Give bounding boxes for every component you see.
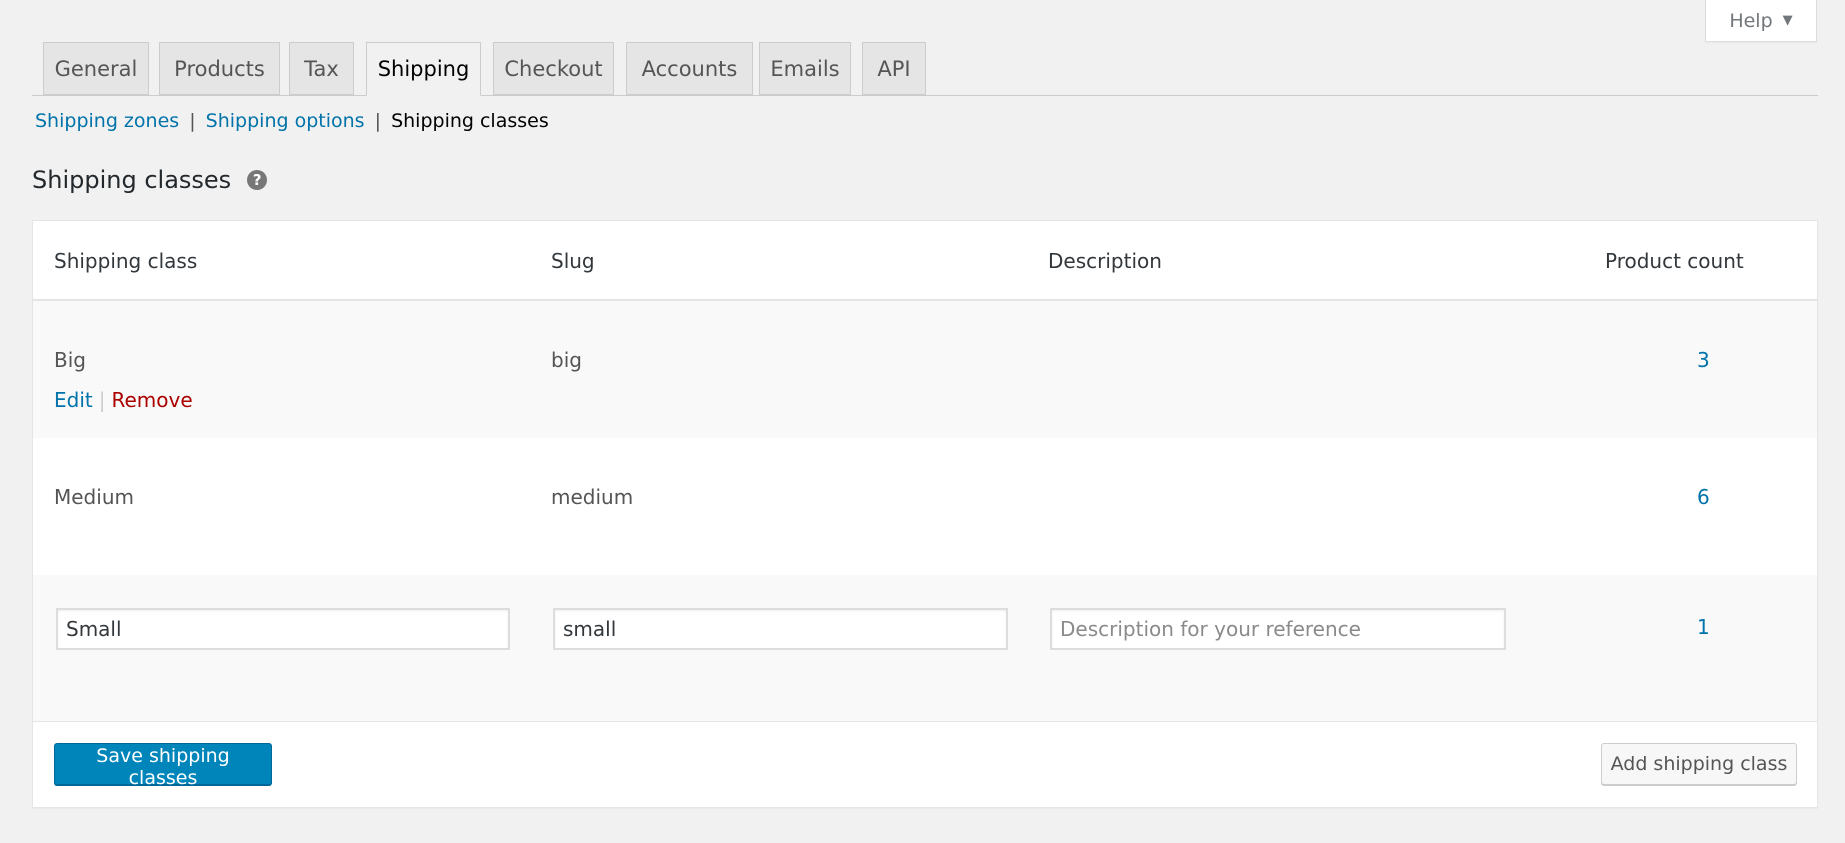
edit-link[interactable]: Edit	[54, 388, 93, 412]
table-header: Shipping class Slug Description Product …	[33, 221, 1817, 301]
shipping-class-description-input[interactable]	[1050, 608, 1506, 650]
tab-emails[interactable]: Emails	[759, 42, 851, 95]
shipping-class-slug: medium	[551, 485, 634, 509]
row-action-separator: |	[98, 388, 106, 412]
help-label: Help	[1729, 9, 1773, 32]
help-tab[interactable]: Help ▼	[1705, 0, 1817, 42]
page-heading: Shipping classes ?	[32, 166, 268, 194]
table-row-editing: 1	[33, 575, 1817, 721]
tab-tax[interactable]: Tax	[289, 42, 354, 95]
tab-api[interactable]: API	[862, 42, 926, 95]
product-count-link[interactable]: 3	[1697, 348, 1710, 372]
shipping-classes-table: Shipping class Slug Description Product …	[32, 220, 1818, 808]
column-header-shipping-class: Shipping class	[54, 249, 198, 273]
product-count-link[interactable]: 1	[1697, 615, 1710, 639]
save-shipping-classes-button[interactable]: Save shipping classes	[54, 743, 272, 789]
table-footer: Save shipping classes Add shipping class	[33, 721, 1817, 807]
table-row: Medium medium 6	[33, 438, 1817, 575]
product-count-link[interactable]: 6	[1697, 485, 1710, 509]
subnav-separator: |	[374, 110, 382, 132]
subnav-shipping-options[interactable]: Shipping options	[206, 110, 365, 132]
column-header-product-count: Product count	[1605, 249, 1744, 273]
tab-shipping[interactable]: Shipping	[366, 42, 481, 96]
tab-products[interactable]: Products	[159, 42, 280, 95]
column-header-slug: Slug	[551, 249, 595, 273]
remove-link[interactable]: Remove	[111, 388, 192, 412]
row-actions: Edit | Remove	[54, 388, 193, 412]
column-header-description: Description	[1048, 249, 1162, 273]
tab-general[interactable]: General	[43, 42, 149, 95]
shipping-class-name: Big	[54, 348, 86, 372]
shipping-class-slug: big	[551, 348, 582, 372]
table-row: Big Edit | Remove big 3	[33, 301, 1817, 438]
subnav-separator: |	[189, 110, 196, 132]
settings-tabs: General Products Tax Shipping Checkout A…	[32, 42, 1818, 96]
shipping-class-name: Medium	[54, 485, 134, 509]
subnav-shipping-zones[interactable]: Shipping zones	[35, 110, 179, 132]
tab-checkout[interactable]: Checkout	[493, 42, 614, 95]
caret-down-icon: ▼	[1782, 13, 1793, 28]
shipping-class-name-input[interactable]	[56, 608, 510, 650]
page-title: Shipping classes	[32, 166, 232, 194]
add-shipping-class-button[interactable]: Add shipping class	[1601, 743, 1797, 785]
help-question-icon[interactable]: ?	[247, 170, 268, 190]
shipping-subnav: Shipping zones | Shipping options | Ship…	[35, 110, 549, 132]
shipping-class-slug-input[interactable]	[553, 608, 1008, 650]
subnav-shipping-classes: Shipping classes	[391, 110, 549, 132]
tab-accounts[interactable]: Accounts	[626, 42, 753, 95]
